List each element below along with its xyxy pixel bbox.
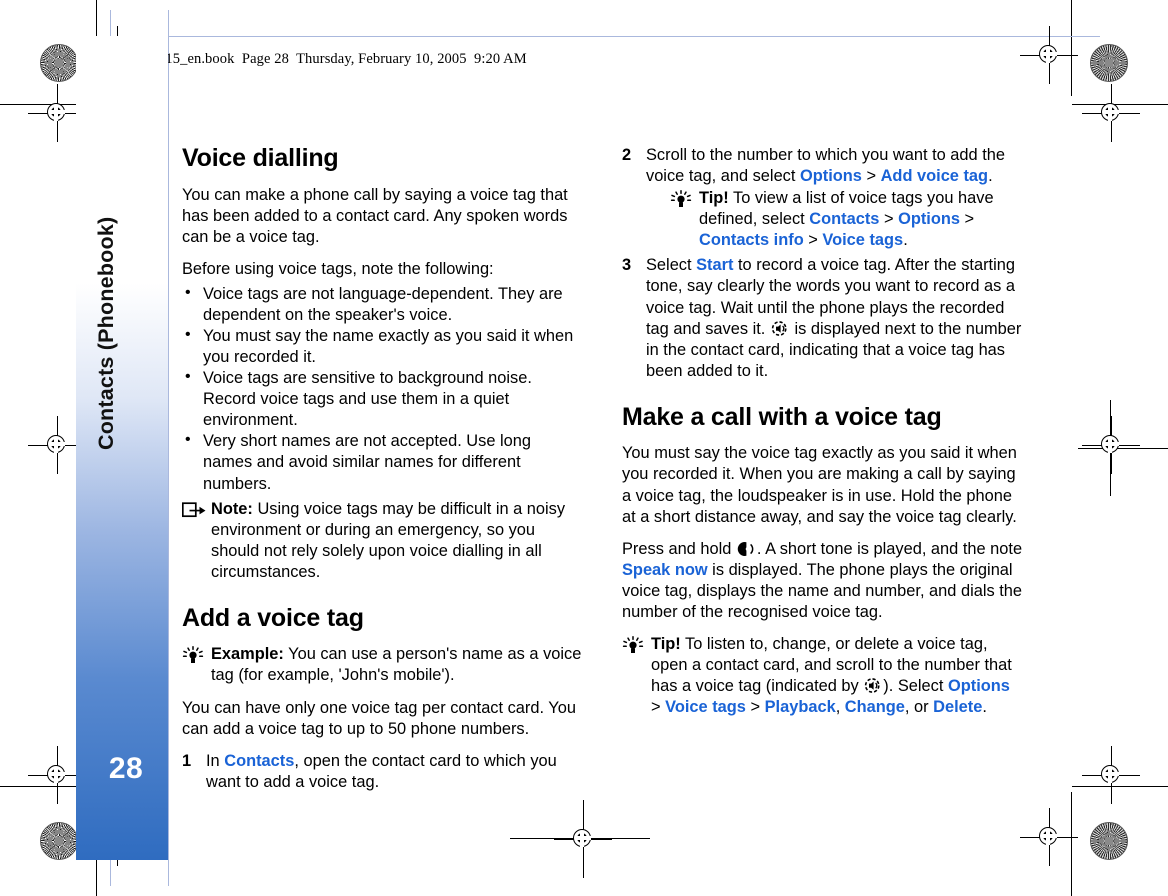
ui-link-delete[interactable]: Delete — [933, 698, 982, 716]
list-item: Very short names are not accepted. Use l… — [182, 430, 582, 494]
heading-voice-dialling: Voice dialling — [182, 144, 339, 172]
step-text-b: . — [988, 167, 993, 186]
registration-mark — [28, 416, 86, 474]
tip-text-b: . — [903, 231, 908, 250]
ui-link-voice-tags[interactable]: Voice tags — [665, 698, 746, 716]
center-trim-mark — [510, 838, 650, 839]
tip-callout-voice-tag-list: Tip! To view a list of voice tags you ha… — [670, 188, 1024, 251]
step-number: 2 — [622, 146, 632, 164]
ui-link-playback[interactable]: Playback — [765, 698, 836, 716]
ui-link-voice-tags[interactable]: Voice tags — [822, 231, 903, 249]
separator: > — [651, 698, 666, 717]
trim-mark — [1071, 792, 1072, 896]
separator: > — [803, 231, 823, 250]
step-number: 1 — [182, 751, 192, 770]
left-column: Voice dialling You can make a phone call… — [181, 144, 582, 795]
list-item: Voice tags are sensitive to background n… — [182, 367, 582, 431]
example-callout: Example: You can use a person's name as … — [182, 644, 582, 686]
tip-lightbulb-icon — [670, 190, 692, 209]
press-hold-text-b: . A short tone is played, and the note — [756, 539, 1023, 558]
tip-lightbulb-icon — [182, 646, 204, 665]
voice-tag-icon — [771, 320, 789, 337]
ui-link-add-voice-tag[interactable]: Add voice tag — [881, 167, 988, 185]
separator: > — [960, 210, 975, 229]
voice-tag-steps-continued: 2 Scroll to the number to which you want … — [622, 145, 1024, 382]
ui-link-options[interactable]: Options — [948, 677, 1010, 695]
heading-add-a-voice-tag: Add a voice tag — [182, 603, 364, 632]
note-arrow-icon — [181, 501, 207, 519]
tip-label: Tip! — [699, 189, 729, 208]
bullet-text: Voice tags are sensitive to background n… — [203, 369, 532, 430]
registration-mark — [1082, 416, 1140, 474]
note-callout: Note: Using voice tags may be difficult … — [181, 499, 582, 583]
registration-mark — [28, 84, 86, 142]
list-item: Voice tags are not language-dependent. T… — [182, 283, 582, 326]
step-text-a: In — [206, 751, 225, 770]
ui-link-speak-now[interactable]: Speak now — [622, 561, 708, 579]
bullet-text: You must say the name exactly as you sai… — [203, 326, 574, 367]
ui-link-options[interactable]: Options — [898, 210, 960, 228]
note-text: Using voice tags may be difficult in a n… — [211, 499, 566, 581]
add-voice-tag-steps: 1 In Contacts, open the contact card to w… — [182, 751, 582, 793]
make-call-paragraph: You must say the voice tag exactly as yo… — [622, 444, 1017, 526]
registration-mark — [1082, 84, 1140, 142]
tip-text-b: ). Select — [883, 677, 948, 696]
voice-tag-notes-list: Voice tags are not language-dependent. T… — [182, 283, 582, 495]
blue-guide-rule — [168, 10, 169, 886]
separator: > — [879, 210, 899, 229]
voice-tag-limit-paragraph: You can have only one voice tag per cont… — [182, 698, 576, 738]
registration-mark — [1020, 26, 1078, 84]
separator: , — [835, 698, 845, 717]
before-note-paragraph: Before using voice tags, note the follow… — [182, 259, 494, 278]
page-number: 28 — [108, 752, 144, 785]
intro-paragraph: You can make a phone call by saying a vo… — [182, 185, 568, 246]
bullet-text: Voice tags are not language-dependent. T… — [203, 284, 563, 324]
step-number: 3 — [622, 256, 632, 275]
tip-text-c: . — [982, 698, 987, 717]
tip-callout-manage-voice-tag: Tip! To listen to, change, or delete a v… — [622, 634, 1024, 718]
center-trim-mark — [583, 800, 584, 878]
bullet-text: Very short names are not accepted. Use l… — [203, 432, 531, 493]
edge-trim-mark — [1078, 448, 1168, 449]
separator: , or — [904, 698, 934, 717]
registration-mark — [1020, 808, 1078, 866]
color-calibration-target — [1090, 44, 1128, 82]
ui-link-start[interactable]: Start — [696, 256, 733, 274]
right-column: 2 Scroll to the number to which you want … — [622, 145, 1024, 729]
color-calibration-target — [1090, 822, 1128, 860]
example-label: Example: — [211, 645, 284, 664]
ui-link-contacts[interactable]: Contacts — [809, 210, 879, 228]
printed-page: R1115_en.book Page 28 Thursday, February… — [0, 0, 1168, 896]
step-2: 2 Scroll to the number to which you want … — [622, 145, 1024, 251]
trim-mark — [1072, 104, 1168, 105]
step-3: 3 Select Start to record a voice tag. Aft… — [622, 255, 1024, 381]
trim-mark — [1071, 0, 1072, 96]
edge-trim-mark — [1110, 400, 1111, 496]
press-hold-text-a: Press and hold — [622, 539, 736, 558]
color-calibration-target — [40, 44, 78, 82]
voice-tag-icon — [864, 677, 882, 694]
heading-make-a-call-with-voice-tag: Make a call with a voice tag — [622, 402, 942, 431]
tip-label: Tip! — [651, 634, 681, 653]
file-header: R1115_en.book Page 28 Thursday, February… — [142, 51, 527, 67]
ui-link-change[interactable]: Change — [845, 698, 905, 716]
trim-mark — [1072, 786, 1168, 787]
note-label: Note: — [211, 499, 253, 518]
tip-lightbulb-icon — [622, 636, 644, 655]
step-1: 1 In Contacts, open the contact card to w… — [182, 751, 582, 793]
color-calibration-target — [40, 822, 78, 860]
step-text-a: Select — [646, 256, 697, 275]
chapter-title: Contacts (Phonebook) — [94, 216, 118, 450]
blue-guide-rule — [100, 36, 1100, 37]
ui-link-contacts[interactable]: Contacts — [224, 752, 294, 770]
press-and-hold-paragraph: Press and hold . A short tone is played,… — [622, 539, 1024, 623]
list-item: You must say the name exactly as you sai… — [182, 325, 582, 368]
separator: > — [745, 698, 765, 717]
ui-link-contacts-info[interactable]: Contacts info — [699, 231, 804, 249]
ui-link-options[interactable]: Options — [800, 167, 862, 185]
call-key-icon — [737, 541, 756, 557]
separator: > — [861, 167, 881, 186]
